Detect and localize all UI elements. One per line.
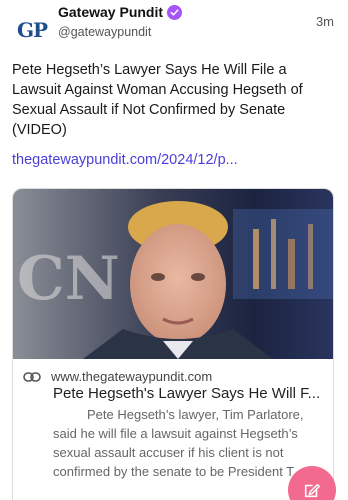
account-handle[interactable]: @gatewaypundit <box>58 25 151 39</box>
avatar[interactable]: GP <box>12 10 52 50</box>
link-preview-card[interactable]: CN www.thegatewaypundit.com Pete Hegseth… <box>12 188 334 500</box>
card-title[interactable]: Pete Hegseth's Lawyer Says He Will F... <box>53 385 329 402</box>
post[interactable]: GP Gateway Pundit @gatewaypundit 3m Pete… <box>0 0 348 500</box>
compose-pencil-icon <box>304 483 320 498</box>
verified-badge-icon <box>167 4 183 20</box>
avatar-logo-text: GP <box>16 18 48 42</box>
card-domain-row: www.thegatewaypundit.com <box>23 369 212 384</box>
card-domain: www.thegatewaypundit.com <box>51 369 213 384</box>
account-name[interactable]: Gateway Pundit <box>58 4 163 20</box>
svg-text:CN: CN <box>17 244 120 314</box>
post-link[interactable]: thegatewaypundit.com/2024/12/p... <box>12 152 238 168</box>
card-description: Pete Hegseth’s lawyer, Tim Parlatore, sa… <box>53 407 304 479</box>
card-thumbnail-image: CN <box>13 189 333 359</box>
post-time: 3m <box>315 14 334 29</box>
post-text: Pete Hegseth’s Lawyer Says He Will File … <box>12 62 303 138</box>
account-name-row[interactable]: Gateway Pundit <box>58 4 183 20</box>
link-chain-icon <box>23 371 41 382</box>
